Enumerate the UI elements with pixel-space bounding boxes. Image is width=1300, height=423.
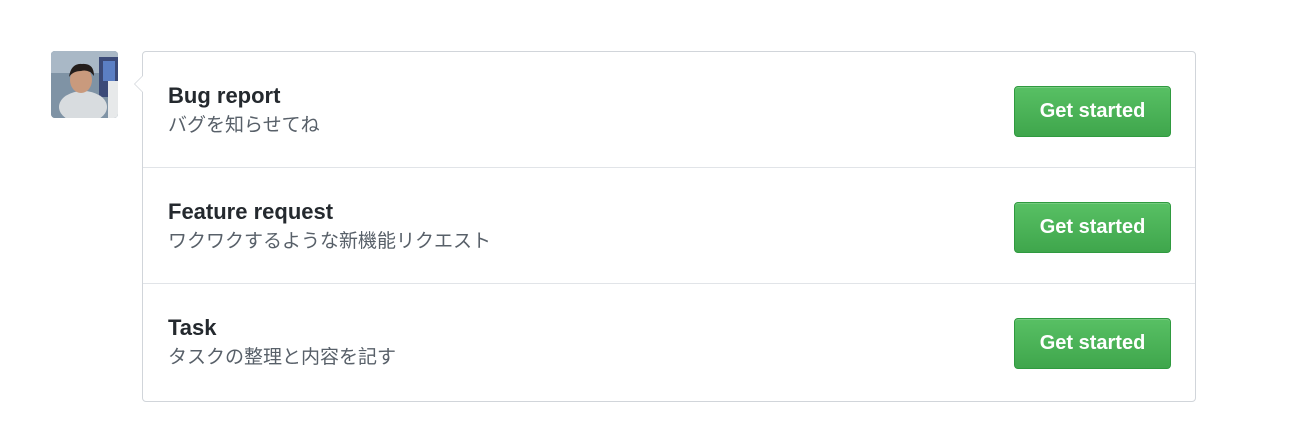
template-text: Feature request ワクワクするような新機能リクエスト (168, 198, 491, 253)
template-description: バグを知らせてね (168, 114, 320, 136)
get-started-button-feature-request[interactable]: Get started (1014, 202, 1171, 253)
template-description: タスクの整理と内容を記す (168, 346, 397, 368)
template-title: Bug report (168, 83, 281, 108)
template-text: Task タスクの整理と内容を記す (168, 314, 396, 369)
template-row-feature-request: Feature request ワクワクするような新機能リクエスト Get st… (143, 168, 1195, 284)
template-row-task: Task タスクの整理と内容を記す Get started (143, 284, 1195, 401)
template-title: Feature request (168, 199, 334, 224)
template-description: ワクワクするような新機能リクエスト (168, 230, 492, 252)
get-started-button-bug-report[interactable]: Get started (1014, 86, 1171, 137)
avatar[interactable] (51, 51, 118, 118)
template-title: Task (168, 315, 217, 340)
template-row-bug-report: Bug report バグを知らせてね Get started (143, 52, 1195, 168)
avatar-photo-icon (51, 51, 118, 118)
template-picker-panel: Bug report バグを知らせてね Get started Feature … (134, 51, 1196, 402)
get-started-button-task[interactable]: Get started (1014, 318, 1171, 369)
template-text: Bug report バグを知らせてね (168, 82, 320, 137)
